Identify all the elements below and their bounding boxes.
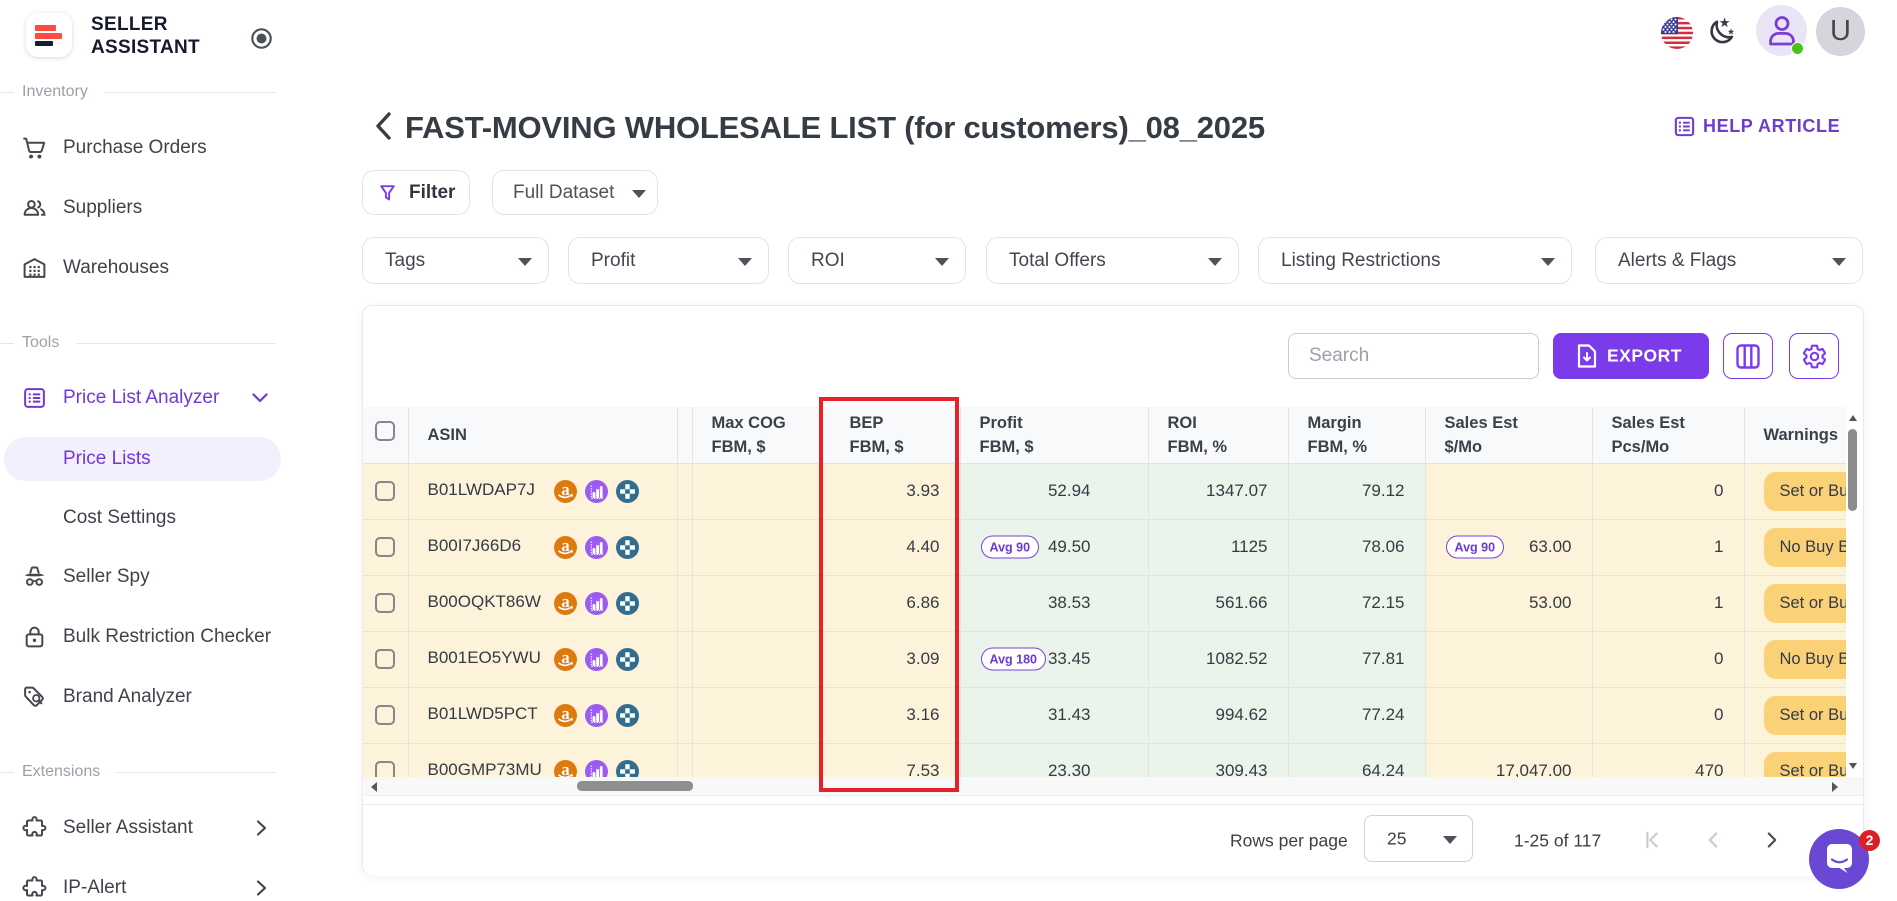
svg-text:a: a <box>561 760 569 778</box>
